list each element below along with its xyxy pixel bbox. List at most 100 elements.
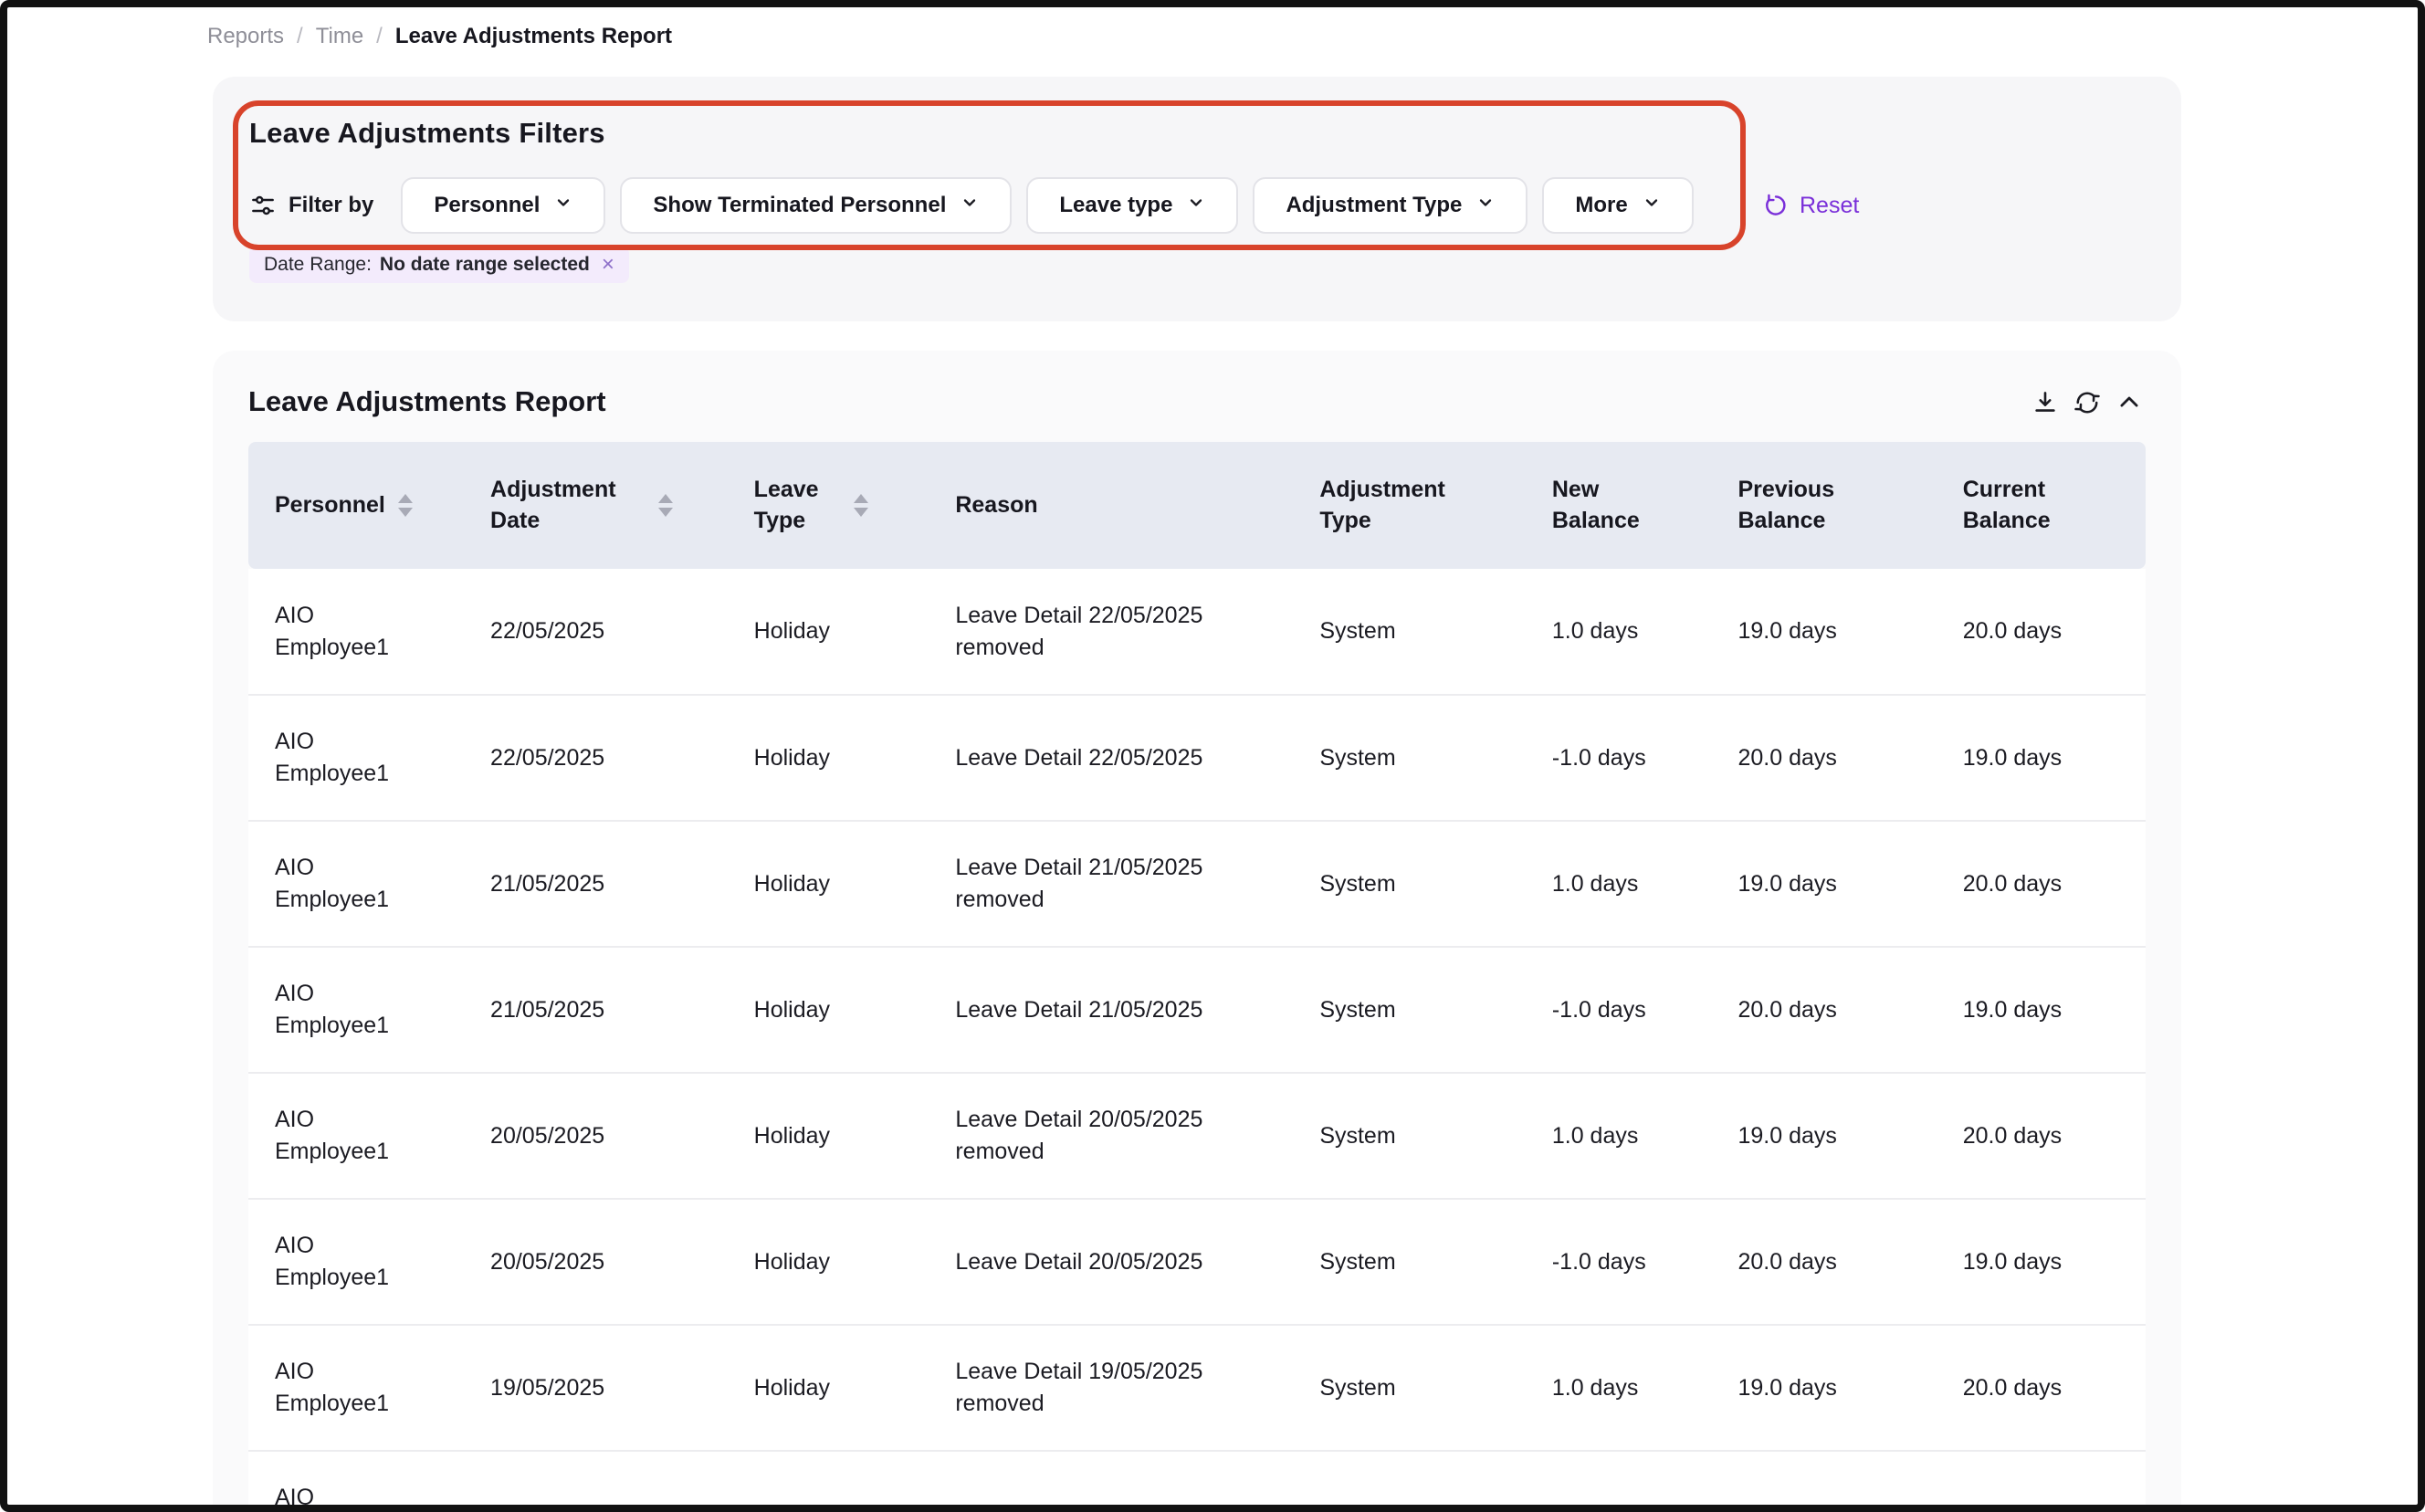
sort-icon[interactable] <box>658 494 673 517</box>
chevron-down-icon <box>1643 193 1661 218</box>
table-cell: 20.0 days <box>1937 1073 2146 1199</box>
table-row: AIO Employee120/05/2025HolidayLeave Deta… <box>248 1199 2146 1325</box>
table-cell: 20.0 days <box>1712 1451 1937 1512</box>
filter-more-dropdown[interactable]: More <box>1542 177 1693 234</box>
table-cell: 19.0 days <box>1712 821 1937 947</box>
table-cell: 19/05/2025 <box>464 1325 728 1451</box>
column-label: Adjustment Date <box>490 475 646 537</box>
breadcrumb-separator: / <box>376 24 383 49</box>
table-cell: Leave Detail 22/05/2025 removed <box>929 569 1293 695</box>
table-cell: Holiday <box>728 1325 929 1451</box>
table-cell: Holiday <box>728 695 929 821</box>
chevron-down-icon <box>961 193 979 218</box>
table-cell: Holiday <box>728 569 929 695</box>
breadcrumb-reports[interactable]: Reports <box>207 24 284 49</box>
table-cell: AIO Employee1 <box>248 1451 464 1512</box>
column-label: Previous Balance <box>1738 475 1862 537</box>
filter-personnel-label: Personnel <box>434 193 540 218</box>
table-row: AIO Employee121/05/2025HolidayLeave Deta… <box>248 947 2146 1073</box>
table-cell: Leave Detail 19/05/2025 <box>929 1451 1293 1512</box>
table-cell: AIO Employee1 <box>248 1073 464 1199</box>
table-cell: System <box>1293 695 1526 821</box>
column-label: New Balance <box>1552 475 1666 537</box>
breadcrumb: Reports / Time / Leave Adjustments Repor… <box>207 24 2418 49</box>
column-header-current-balance: Current Balance <box>1937 442 2146 569</box>
table-cell: 20.0 days <box>1937 821 2146 947</box>
breadcrumb-separator: / <box>297 24 303 49</box>
collapse-chevron-up-icon[interactable] <box>2115 389 2143 416</box>
filter-adjustment-type-dropdown[interactable]: Adjustment Type <box>1253 177 1527 234</box>
table-cell: System <box>1293 947 1526 1073</box>
table-cell: 19.0 days <box>1937 947 2146 1073</box>
refresh-icon[interactable] <box>2073 389 2101 416</box>
table-cell: -1.0 days <box>1526 1451 1712 1512</box>
table-cell: -1.0 days <box>1526 947 1712 1073</box>
table-cell: System <box>1293 1199 1526 1325</box>
date-range-chip[interactable]: Date Range: No date range selected × <box>249 247 629 283</box>
table-header: Personnel Adjustment Date Leave Type <box>248 442 2146 569</box>
filter-leave-type-dropdown[interactable]: Leave type <box>1026 177 1238 234</box>
table-cell: Leave Detail 21/05/2025 <box>929 947 1293 1073</box>
table-cell: Holiday <box>728 1451 929 1512</box>
table-row: AIO Employee120/05/2025HolidayLeave Deta… <box>248 1073 2146 1199</box>
breadcrumb-current-page: Leave Adjustments Report <box>395 24 672 49</box>
table-cell: 20.0 days <box>1712 695 1937 821</box>
column-header-previous-balance: Previous Balance <box>1712 442 1937 569</box>
table-cell: 19/05/2025 <box>464 1451 728 1512</box>
table-cell: AIO Employee1 <box>248 569 464 695</box>
download-icon[interactable] <box>2031 389 2059 416</box>
filter-personnel-dropdown[interactable]: Personnel <box>401 177 605 234</box>
table-row: AIO Employee121/05/2025HolidayLeave Deta… <box>248 821 2146 947</box>
filter-adjustment-type-label: Adjustment Type <box>1286 193 1462 218</box>
table-row: AIO Employee119/05/2025HolidayLeave Deta… <box>248 1325 2146 1451</box>
active-filter-chips: Date Range: No date range selected × <box>249 247 2145 283</box>
column-label: Leave Type <box>754 475 841 537</box>
table-cell: -1.0 days <box>1526 695 1712 821</box>
breadcrumb-time[interactable]: Time <box>316 24 363 49</box>
table-cell: Leave Detail 20/05/2025 <box>929 1199 1293 1325</box>
table-cell: AIO Employee1 <box>248 695 464 821</box>
table-cell: 20.0 days <box>1937 569 2146 695</box>
table-cell: 19.0 days <box>1937 1451 2146 1512</box>
table-cell: Holiday <box>728 1199 929 1325</box>
app-window: Reports / Time / Leave Adjustments Repor… <box>0 0 2425 1512</box>
table-cell: 19.0 days <box>1712 1073 1937 1199</box>
sort-icon[interactable] <box>854 494 868 517</box>
column-label: Current Balance <box>1963 475 2077 537</box>
filter-terminated-dropdown[interactable]: Show Terminated Personnel <box>620 177 1012 234</box>
table-cell: 1.0 days <box>1526 569 1712 695</box>
table-cell: 20.0 days <box>1937 1325 2146 1451</box>
table-cell: 1.0 days <box>1526 1325 1712 1451</box>
filters-row: Filter by Personnel Show Terminated Pers… <box>249 177 2145 234</box>
table-cell: 19.0 days <box>1712 1325 1937 1451</box>
chevron-down-icon <box>1476 193 1495 218</box>
table-cell: System <box>1293 1451 1526 1512</box>
table-cell: Holiday <box>728 947 929 1073</box>
table-cell: Leave Detail 21/05/2025 removed <box>929 821 1293 947</box>
sort-icon[interactable] <box>398 494 413 517</box>
table-cell: 19.0 days <box>1937 695 2146 821</box>
filter-by-label: Filter by <box>249 192 373 219</box>
column-label: Personnel <box>275 490 385 521</box>
leave-adjustments-table: Personnel Adjustment Date Leave Type <box>248 442 2146 1512</box>
table-cell: 20/05/2025 <box>464 1073 728 1199</box>
table-cell: Leave Detail 19/05/2025 removed <box>929 1325 1293 1451</box>
reset-filters-button[interactable]: Reset <box>1763 177 1859 234</box>
chevron-down-icon <box>554 193 572 218</box>
filters-title: Leave Adjustments Filters <box>249 117 2145 150</box>
column-header-adjustment-date[interactable]: Adjustment Date <box>464 442 728 569</box>
column-header-personnel[interactable]: Personnel <box>248 442 464 569</box>
reset-icon <box>1763 193 1789 218</box>
filters-card: Leave Adjustments Filters Filter by Pers… <box>213 77 2181 321</box>
column-header-reason: Reason <box>929 442 1293 569</box>
table-cell: 19.0 days <box>1712 569 1937 695</box>
table-cell: Holiday <box>728 1073 929 1199</box>
table-cell: 22/05/2025 <box>464 695 728 821</box>
table-row: AIO Employee122/05/2025HolidayLeave Deta… <box>248 569 2146 695</box>
chevron-down-icon <box>1187 193 1205 218</box>
filter-terminated-label: Show Terminated Personnel <box>653 193 946 218</box>
reset-label: Reset <box>1800 193 1859 219</box>
column-header-leave-type[interactable]: Leave Type <box>728 442 929 569</box>
close-icon[interactable]: × <box>602 254 614 276</box>
table-cell: AIO Employee1 <box>248 947 464 1073</box>
